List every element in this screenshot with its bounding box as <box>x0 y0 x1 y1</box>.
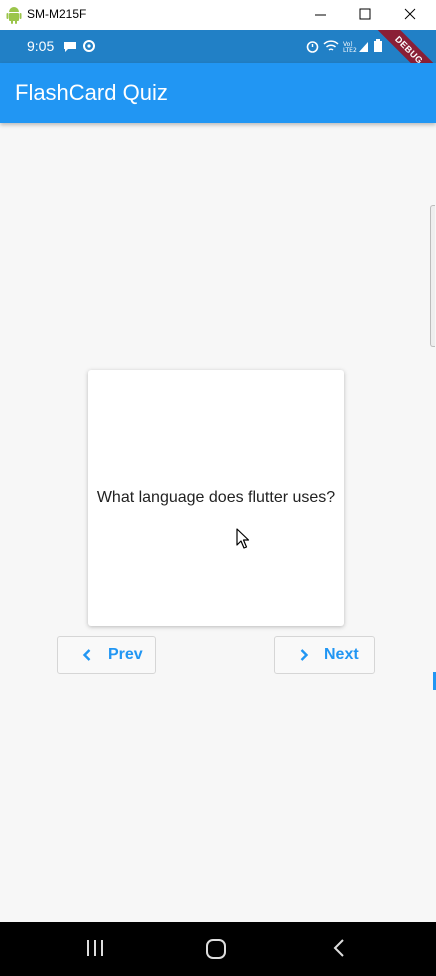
next-button[interactable]: Next <box>274 636 375 674</box>
prev-button-label: Prev <box>108 646 143 663</box>
scrollbar[interactable] <box>430 205 435 347</box>
signal-icon: Vo) LTE2 <box>343 40 369 58</box>
wifi-icon <box>323 39 339 58</box>
status-bar: 9:05 Vo) LTE2 DEBUG <box>0 30 436 63</box>
back-icon[interactable] <box>332 938 346 963</box>
next-button-label: Next <box>324 646 359 663</box>
chevron-left-icon <box>80 648 94 662</box>
battery-icon <box>373 39 383 58</box>
svg-text:LTE2: LTE2 <box>343 47 357 53</box>
alarm-icon <box>306 40 319 58</box>
maximize-icon[interactable] <box>354 4 376 26</box>
flash-card[interactable]: What language does flutter uses? <box>88 370 344 626</box>
app-bar: FlashCard Quiz <box>0 63 436 123</box>
app-title: FlashCard Quiz <box>15 80 168 105</box>
mouse-cursor-icon <box>236 528 250 555</box>
android-nav-bar <box>0 922 436 976</box>
status-time: 9:05 <box>27 38 55 54</box>
close-icon[interactable] <box>399 4 421 26</box>
sync-icon <box>82 39 96 58</box>
window-title-bar: SM-M215F <box>0 0 436 31</box>
android-icon <box>6 6 22 24</box>
window-title: SM-M215F <box>27 7 87 21</box>
recent-apps-icon[interactable] <box>86 938 104 963</box>
prev-button[interactable]: Prev <box>57 636 156 674</box>
minimize-icon[interactable] <box>310 4 332 26</box>
card-question: What language does flutter uses? <box>96 489 336 506</box>
chevron-right-icon <box>297 648 311 662</box>
home-icon[interactable] <box>205 938 227 965</box>
message-icon <box>63 40 77 58</box>
